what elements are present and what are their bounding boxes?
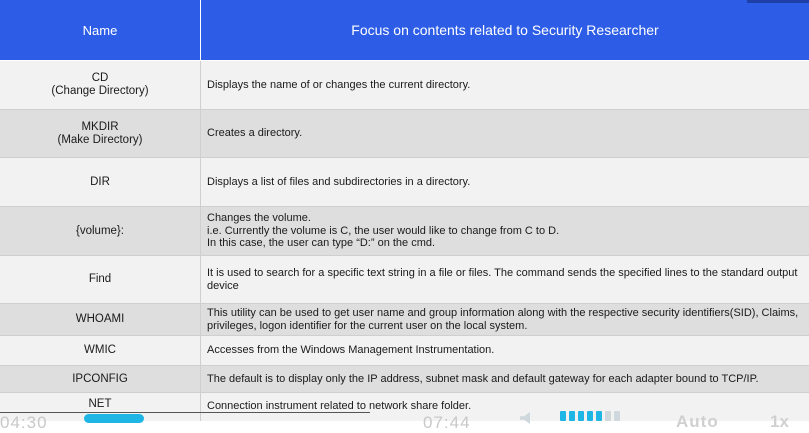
command-description: Displays a list of files and subdirector… [207,175,471,188]
volume-bar [560,411,566,421]
table-row: CD (Change Directory) Displays the name … [0,61,809,110]
command-name: DIR [0,158,201,206]
table-row: {volume}: Changes the volume. i.e. Curre… [0,207,809,256]
volume-bar [596,411,602,421]
header-accent [747,0,809,3]
command-description: The default is to display only the IP ad… [207,372,759,385]
volume-bar [569,411,575,421]
volume-bar [605,411,611,421]
table-row: Find It is used to search for a specific… [0,256,809,304]
table-row: IPCONFIG The default is to display only … [0,366,809,393]
table-header: Name Focus on contents related to Securi… [0,0,809,61]
volume-bar [578,411,584,421]
table-row: WMIC Accesses from the Windows Managemen… [0,336,809,366]
command-name: IPCONFIG [0,366,201,392]
volume-bar [614,411,620,421]
command-name: {volume}: [0,207,201,255]
table-row: WHOAMI This utility can be used to get u… [0,304,809,336]
table-row: DIR Displays a list of files and subdire… [0,158,809,207]
command-name: WMIC [0,336,201,365]
command-description: Creates a directory. [207,127,303,140]
progress-handle[interactable] [84,414,144,423]
video-track[interactable] [0,412,370,413]
command-description: Changes the volume. i.e. Currently the v… [207,212,560,250]
command-name: Find [0,256,201,303]
header-focus: Focus on contents related to Security Re… [351,21,659,38]
volume-level-bars[interactable] [560,411,620,421]
command-description: It is used to search for a specific text… [207,267,798,292]
command-name: WHOAMI [0,304,201,335]
table-row: MKDIR (Make Directory) Creates a directo… [0,110,809,158]
command-name: CD (Change Directory) [0,61,201,109]
command-description: This utility can be used to get user nam… [207,307,799,332]
elapsed-time: 04:30 [0,413,48,432]
command-name: MKDIR (Make Directory) [0,110,201,157]
command-description: Displays the name of or changes the curr… [207,78,471,91]
header-name: Name [0,0,201,60]
duration-time: 07:44 [423,413,471,432]
quality-button[interactable]: Auto [676,412,719,432]
volume-bar [587,411,593,421]
speed-button[interactable]: 1x [770,412,789,432]
command-description: Accesses from the Windows Management Ins… [207,344,495,357]
